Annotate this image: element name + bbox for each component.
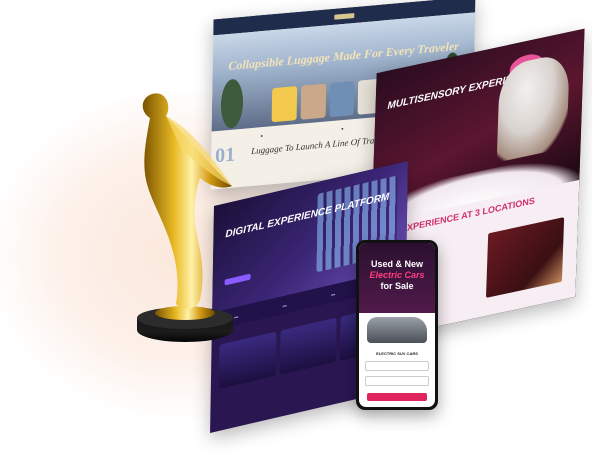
gold-trophy-icon <box>137 93 233 342</box>
